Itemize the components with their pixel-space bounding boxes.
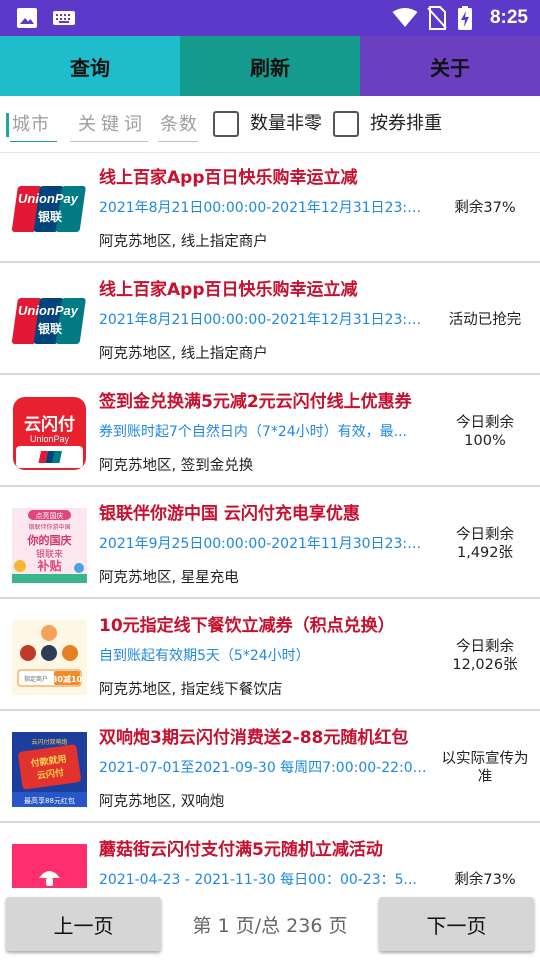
svg-text:UnionPay: UnionPay bbox=[18, 303, 79, 318]
item-title: 线上百家App百日快乐购幸运立减 bbox=[99, 168, 358, 188]
svg-text:UnionPay: UnionPay bbox=[18, 191, 79, 206]
item-status: 今日剩余 100% bbox=[456, 415, 514, 449]
item-date: 2021年9月25日00:00:00-2021年11月30日23:59:59 bbox=[99, 536, 427, 552]
item-title: 签到金兑换满5元减2元云闪付线上优惠券 bbox=[99, 392, 412, 412]
count-input[interactable]: 条数 bbox=[158, 110, 198, 142]
list-item[interactable]: 指定商户 30减10 10元指定线下餐饮立减券（积点兑换） 自到账起有效期5天（… bbox=[0, 601, 540, 711]
item-area: 阿克苏地区, 签到金兑换 bbox=[99, 458, 254, 474]
mogujie-logo: 蘑菇街 bbox=[12, 844, 87, 888]
keyboard-icon bbox=[52, 0, 76, 36]
pagination-bar: 上一页 第 1 页/总 236 页 下一页 bbox=[0, 888, 540, 960]
unionpay-logo: UnionPay 银联 bbox=[12, 284, 87, 359]
item-title: 银联伴你游中国 云闪付充电享优惠 bbox=[99, 504, 360, 524]
list-item[interactable]: UnionPay 银联 线上百家App百日快乐购幸运立减 2021年8月21日0… bbox=[0, 265, 540, 375]
item-status: 剩余73% bbox=[454, 872, 516, 888]
no-sim-icon bbox=[426, 0, 448, 36]
svg-text:银联: 银联 bbox=[38, 321, 62, 336]
nonzero-checkbox[interactable] bbox=[213, 111, 239, 137]
item-area: 阿克苏地区, 指定线下餐饮店 bbox=[99, 682, 283, 698]
item-title: 双响炮3期云闪付消费送2-88元随机红包 bbox=[99, 728, 409, 748]
food-coupon-poster: 指定商户 30减10 bbox=[12, 620, 87, 695]
item-date: 2021年8月21日00:00:00-2021年12月31日23:59:59 bbox=[99, 200, 427, 216]
coupon-list[interactable]: UnionPay 银联 线上百家App百日快乐购幸运立减 2021年8月21日0… bbox=[0, 152, 540, 888]
svg-text:最高享88元红包: 最高享88元红包 bbox=[24, 796, 75, 805]
page-indicator: 第 1 页/总 236 页 bbox=[192, 914, 348, 937]
clock: 8:25 bbox=[489, 7, 528, 28]
text-cursor bbox=[6, 113, 9, 137]
svg-text:30减10: 30减10 bbox=[52, 674, 83, 684]
item-status: 今日剩余 1,492张 bbox=[456, 527, 514, 561]
item-date: 2021年8月21日00:00:00-2021年12月31日23:59:59 bbox=[99, 312, 427, 328]
battery-icon bbox=[457, 0, 473, 36]
svg-text:指定商户: 指定商户 bbox=[24, 675, 48, 683]
item-date: 自到账起有效期5天（5*24小时） bbox=[99, 648, 310, 664]
top-tab-bar: 查询 刷新 关于 bbox=[0, 36, 540, 96]
item-title: 10元指定线下餐饮立减券（积点兑换） bbox=[99, 616, 395, 636]
item-date: 券到账时起7个自然日内（7*24小时）有效，最... bbox=[99, 424, 407, 440]
item-date: 2021-04-23 - 2021-11-30 每日00：00-23：5... bbox=[99, 872, 417, 888]
svg-text:银联伴你游中国: 银联伴你游中国 bbox=[28, 523, 70, 531]
svg-text:点亮国庆: 点亮国庆 bbox=[36, 511, 64, 520]
svg-text:补贴: 补贴 bbox=[36, 558, 61, 573]
item-status: 以实际宣传为准 bbox=[441, 751, 529, 785]
next-page-button[interactable]: 下一页 bbox=[379, 897, 534, 951]
dedupe-checkbox[interactable] bbox=[333, 111, 359, 137]
tab-about[interactable]: 关于 bbox=[360, 36, 540, 96]
list-item[interactable]: UnionPay 银联 线上百家App百日快乐购幸运立减 2021年8月21日0… bbox=[0, 153, 540, 263]
list-item[interactable]: 点亮国庆 银联伴你游中国 你的国庆 银联来 补贴 银联伴你游中国 云闪付充电享优… bbox=[0, 489, 540, 599]
image-icon bbox=[15, 0, 39, 36]
item-status: 今日剩余 12,026张 bbox=[452, 639, 518, 673]
status-bar: 8:25 bbox=[0, 0, 540, 36]
national-day-poster: 点亮国庆 银联伴你游中国 你的国庆 银联来 补贴 bbox=[12, 508, 87, 583]
item-area: 阿克苏地区, 线上指定商户 bbox=[99, 234, 268, 250]
filter-bar: 城市 关键词 条数 数量非零 按券排重 bbox=[0, 96, 540, 152]
red-packet-poster: 云闪付双响炮 付款就用 云闪付 最高享88元红包 bbox=[12, 732, 87, 807]
item-date: 2021-07-01至2021-09-30 每周四7:00:00-22:00:0… bbox=[99, 760, 427, 776]
item-status: 活动已抢完 bbox=[448, 312, 522, 328]
unionpay-logo: UnionPay 银联 bbox=[12, 172, 87, 247]
item-title: 线上百家App百日快乐购幸运立减 bbox=[99, 280, 358, 300]
nonzero-label[interactable]: 数量非零 bbox=[250, 110, 322, 138]
item-title: 蘑菇街云闪付支付满5元随机立减活动 bbox=[99, 840, 383, 860]
wifi-icon bbox=[392, 0, 418, 36]
list-item[interactable]: 云闪付双响炮 付款就用 云闪付 最高享88元红包 双响炮3期云闪付消费送2-88… bbox=[0, 713, 540, 823]
list-item[interactable]: 蘑菇街 蘑菇街云闪付支付满5元随机立减活动 2021-04-23 - 2021-… bbox=[0, 825, 540, 888]
dedupe-label[interactable]: 按券排重 bbox=[370, 110, 442, 138]
svg-text:云闪付双响炮: 云闪付双响炮 bbox=[31, 738, 67, 746]
item-area: 阿克苏地区, 线上指定商户 bbox=[99, 346, 268, 362]
tab-query[interactable]: 查询 bbox=[0, 36, 180, 96]
list-item[interactable]: 云闪付 UnionPay 签到金兑换满5元减2元云闪付线上优惠券 券到账时起7个… bbox=[0, 377, 540, 487]
svg-text:云闪付: 云闪付 bbox=[24, 414, 75, 435]
city-input[interactable]: 城市 bbox=[10, 110, 57, 142]
svg-text:你的国庆: 你的国庆 bbox=[27, 533, 72, 547]
svg-text:UnionPay: UnionPay bbox=[30, 434, 70, 444]
prev-page-button[interactable]: 上一页 bbox=[6, 897, 161, 951]
tab-refresh[interactable]: 刷新 bbox=[180, 36, 360, 96]
item-area: 阿克苏地区, 双响炮 bbox=[99, 794, 225, 810]
svg-text:银联: 银联 bbox=[38, 209, 62, 224]
keyword-input[interactable]: 关键词 bbox=[70, 110, 148, 142]
item-area: 阿克苏地区, 星星充电 bbox=[99, 570, 239, 586]
cloud-quickpass-logo: 云闪付 UnionPay bbox=[12, 396, 87, 471]
item-status: 剩余37% bbox=[454, 200, 516, 216]
